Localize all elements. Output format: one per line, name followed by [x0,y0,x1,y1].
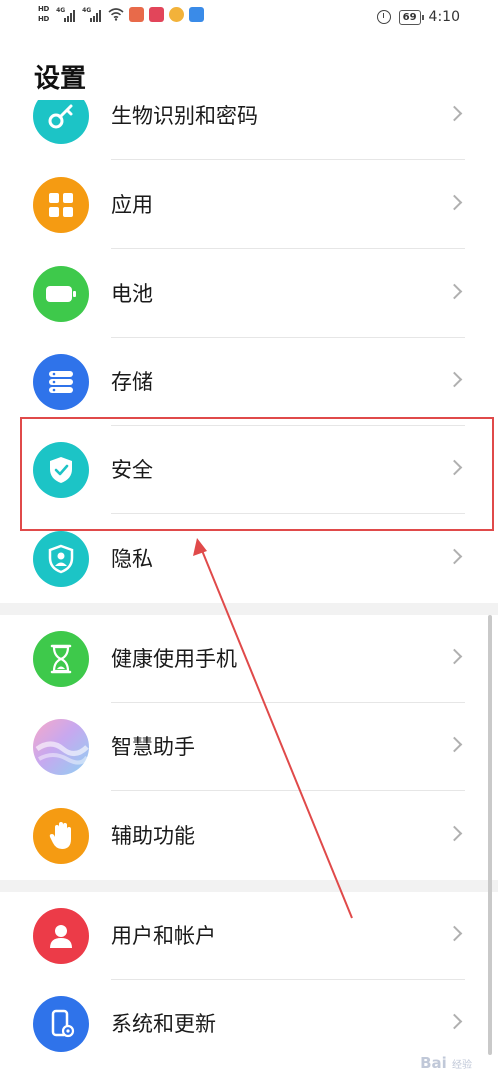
status-bar: HD HD 4G 4G 69 4:10 [0,0,498,40]
settings-list: 生物识别和密码 应用 电池 存储 安全 隐私 健康使用手机 智慧助手 辅助功能 … [0,100,498,1080]
section-separator [0,880,498,892]
page-title: 设置 [34,64,87,94]
privacy-icon [33,531,89,587]
settings-item-digital-balance[interactable]: 健康使用手机 [0,615,498,703]
watermark-text: Bai [420,1054,447,1072]
watermark-sub: 经验 [452,1060,472,1071]
settings-item-label: 存储 [111,370,153,394]
settings-item-accessibility[interactable]: 辅助功能 [0,792,498,880]
notification-app-icon [129,7,145,22]
hd-label: HD [38,5,50,13]
settings-item-label: 辅助功能 [111,824,195,848]
hand-icon [33,808,89,864]
settings-item-label: 应用 [111,193,153,217]
signal-icon: 4G [56,6,76,22]
settings-item-apps[interactable]: 应用 [0,161,498,249]
apps-grid-icon [33,177,89,233]
divider [111,790,465,791]
assistant-icon [33,719,89,775]
settings-item-smart-assistant[interactable]: 智慧助手 [0,703,498,791]
hd-indicator: HD HD [38,5,49,24]
scrollbar[interactable] [488,615,492,1055]
settings-item-label: 用户和帐户 [111,924,216,948]
alarm-icon [376,10,391,24]
divider [111,159,465,160]
divider [111,248,465,249]
hourglass-icon [33,631,89,687]
notification-app-icon [149,7,165,22]
storage-icon [33,354,89,410]
chevron-right-icon [446,736,463,753]
chevron-right-icon [446,1013,463,1030]
settings-item-biometrics[interactable]: 生物识别和密码 [0,100,498,160]
key-icon [33,100,89,144]
settings-item-label: 生物识别和密码 [111,104,258,128]
notification-app-icon [189,7,205,22]
settings-item-label: 系统和更新 [111,1012,216,1036]
network-type-label: 4G [56,6,66,14]
weibo-icon [169,7,185,22]
status-right: 69 4:10 [376,9,460,25]
settings-item-label: 电池 [111,282,153,306]
section-separator [0,603,498,615]
chevron-right-icon [446,283,463,300]
chevron-right-icon [446,825,463,842]
chevron-right-icon [446,548,463,565]
highlight-box [20,417,494,531]
settings-item-storage[interactable]: 存储 [0,338,498,426]
user-icon [33,908,89,964]
settings-item-users-accounts[interactable]: 用户和帐户 [0,892,498,980]
battery-indicator: 69 [398,9,424,25]
network-type-label: 4G [82,6,92,14]
chevron-right-icon [446,925,463,942]
hd-label: HD [38,15,50,23]
settings-item-battery[interactable]: 电池 [0,250,498,338]
wifi-icon [108,8,124,21]
signal-icon: 4G [82,6,102,22]
clock: 4:10 [428,9,460,25]
settings-item-label: 智慧助手 [111,735,195,759]
chevron-right-icon [446,105,463,122]
battery-icon [33,266,89,322]
status-left: HD HD 4G 4G [38,5,205,24]
chevron-right-icon [446,371,463,388]
system-update-icon [33,996,89,1052]
chevron-right-icon [446,648,463,665]
settings-item-label: 健康使用手机 [111,647,237,671]
chevron-right-icon [446,194,463,211]
watermark: Bai 经验 [420,1054,472,1072]
